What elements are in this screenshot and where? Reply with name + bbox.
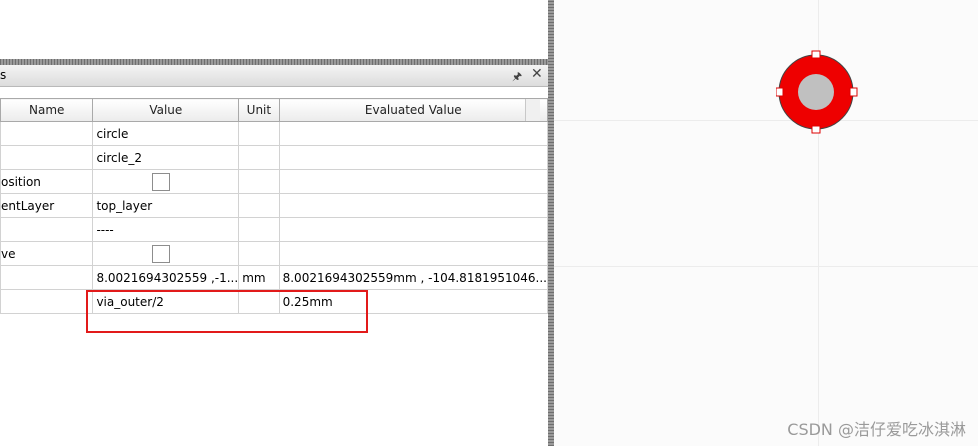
column-header-evaluated-value[interactable]: Evaluated Value [278, 98, 549, 122]
cell-value[interactable] [92, 241, 240, 266]
cell-unit[interactable] [238, 193, 280, 218]
cell-evaluated-value [278, 145, 549, 170]
canvas-grid-line [554, 266, 978, 267]
table-row[interactable]: ---- [0, 217, 549, 242]
resize-handle-bottom[interactable] [811, 125, 821, 134]
cell-name [0, 121, 94, 146]
cell-evaluated-value [278, 193, 549, 218]
cell-value[interactable]: top_layer [92, 193, 240, 218]
via-circle[interactable] [776, 50, 860, 134]
cell-unit[interactable] [238, 169, 280, 194]
table-row[interactable]: circle [0, 121, 549, 146]
cell-value[interactable]: circle [92, 121, 240, 146]
panel-title: s [0, 68, 7, 82]
canvas-grid-line [554, 120, 978, 121]
layout-canvas[interactable] [554, 0, 978, 446]
cell-name [0, 265, 94, 290]
column-header-unit[interactable]: Unit [238, 98, 280, 122]
cell-name: osition [0, 169, 94, 194]
checkbox[interactable] [152, 172, 171, 191]
resize-handle-right[interactable] [849, 87, 858, 97]
cell-evaluated-value [278, 121, 549, 146]
cell-name [0, 217, 94, 242]
top-left-blank-area [0, 0, 548, 59]
cell-name [0, 289, 94, 314]
cell-evaluated-value [278, 241, 549, 266]
table-row[interactable]: entLayer top_layer [0, 193, 549, 218]
table-row[interactable]: ve [0, 241, 549, 266]
cell-unit[interactable] [238, 121, 280, 146]
table-row[interactable]: circle_2 [0, 145, 549, 170]
close-icon[interactable]: ✕ [531, 66, 543, 82]
via-inner-hole [798, 74, 834, 110]
column-header-name[interactable]: Name [0, 98, 94, 122]
red-highlight-box [86, 290, 368, 333]
cell-name: ve [0, 241, 94, 266]
header-scroll-corner [525, 99, 540, 121]
watermark: CSDN @洁仔爱吃冰淇淋 [787, 420, 966, 439]
panel-header: s 🖈︎ ✕ [0, 65, 548, 87]
cell-evaluated-value [278, 217, 549, 242]
cell-evaluated-value [278, 169, 549, 194]
properties-panel: s 🖈︎ ✕ Name Value Unit Evaluated Value c… [0, 65, 549, 446]
cell-value[interactable]: 8.0021694302559 ,-1... [92, 265, 240, 290]
cell-unit[interactable]: mm [238, 265, 280, 290]
cell-value[interactable] [92, 169, 240, 194]
table-row[interactable]: 8.0021694302559 ,-1... mm 8.0021694302559m… [0, 265, 549, 290]
table-header-row: Name Value Unit Evaluated Value [0, 98, 549, 122]
cell-unit[interactable] [238, 145, 280, 170]
cell-unit[interactable] [238, 217, 280, 242]
checkbox[interactable] [152, 244, 171, 263]
cell-value[interactable]: circle_2 [92, 145, 240, 170]
cell-unit[interactable] [238, 241, 280, 266]
resize-handle-top[interactable] [811, 50, 821, 59]
cell-name [0, 145, 94, 170]
cell-evaluated-value: 8.0021694302559mm , -104.8181951046... [278, 265, 549, 290]
pin-icon[interactable]: 🖈︎ [512, 68, 522, 87]
resize-handle-left[interactable] [776, 87, 784, 97]
table-row[interactable]: osition [0, 169, 549, 194]
properties-table: Name Value Unit Evaluated Value circle ci… [0, 98, 549, 314]
cell-name: entLayer [0, 193, 94, 218]
cell-value[interactable]: ---- [92, 217, 240, 242]
column-header-value[interactable]: Value [92, 98, 240, 122]
